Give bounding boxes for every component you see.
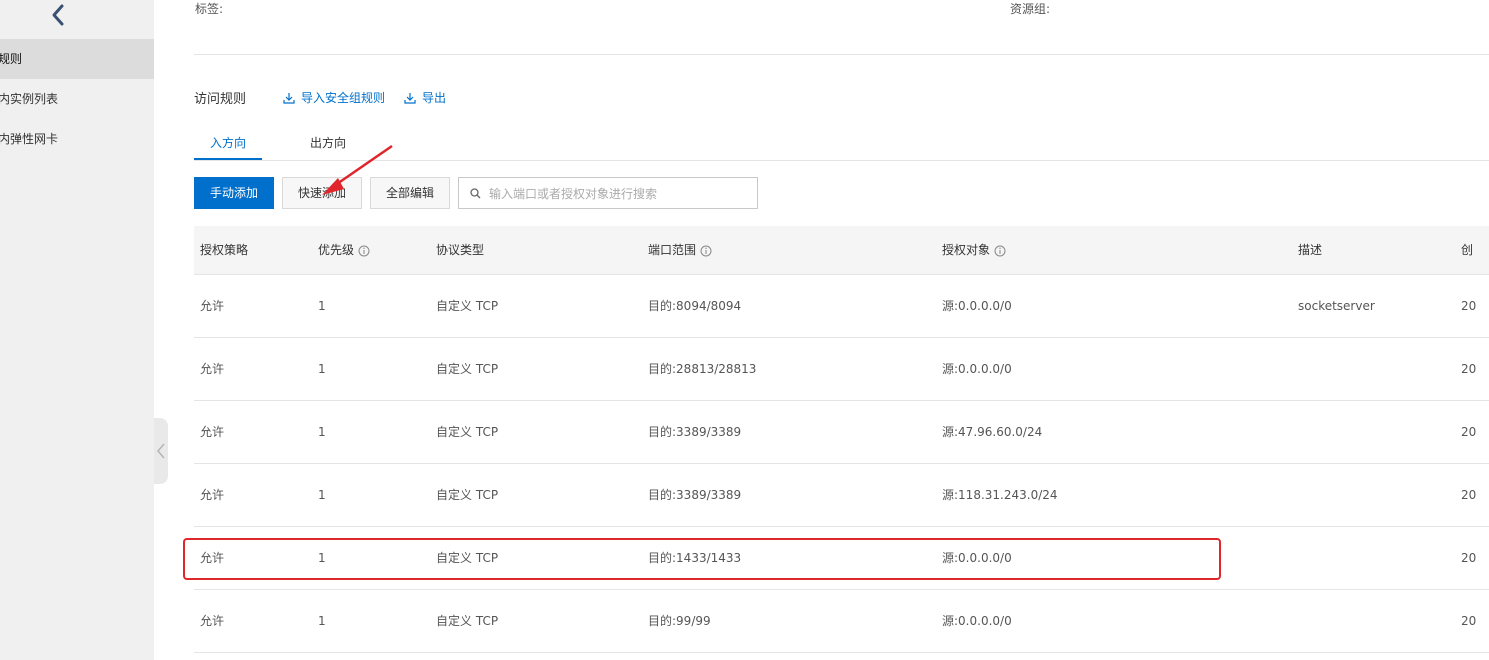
cell-policy: 允许: [200, 488, 225, 502]
rules-table: 授权策略 优先级 协议类型 端口范围 授权对象 描述 创 允许 1 自定义 TC…: [194, 226, 1489, 653]
cell-port-range: 目的:1433/1433: [648, 551, 742, 565]
cell-created: 20: [1461, 551, 1477, 565]
cell-source: 源:0.0.0.0/0: [942, 362, 1012, 376]
cell-protocol: 自定义 TCP: [436, 362, 499, 376]
chevron-left-icon: [52, 4, 64, 26]
cell-source: 源:0.0.0.0/0: [942, 551, 1012, 565]
sidebar: 规则 内实例列表 内弹性网卡: [0, 0, 154, 660]
edit-all-button[interactable]: 全部编辑: [370, 177, 450, 209]
cell-source: 源:118.31.243.0/24: [942, 488, 1058, 502]
cell-priority: 1: [318, 362, 326, 376]
column-header-created[interactable]: 创: [1461, 226, 1473, 275]
sidebar-item-label: 内实例列表: [0, 92, 59, 106]
cell-created: 20: [1461, 488, 1477, 502]
cell-priority: 1: [318, 299, 326, 313]
table-row[interactable]: 允许 1 自定义 TCP 目的:1433/1433 源:0.0.0.0/0 20: [194, 527, 1489, 590]
export-label: 导出: [422, 91, 447, 105]
table-row[interactable]: 允许 1 自定义 TCP 目的:99/99 源:0.0.0.0/0 20: [194, 590, 1489, 653]
cell-policy: 允许: [200, 299, 225, 313]
column-header-source[interactable]: 授权对象: [942, 226, 1006, 275]
cell-port-range: 目的:3389/3389: [648, 425, 742, 439]
sidebar-item-rules[interactable]: 规则: [0, 39, 154, 79]
section-title: 访问规则: [194, 92, 247, 107]
column-header-policy[interactable]: 授权策略: [200, 226, 248, 275]
cell-created: 20: [1461, 362, 1477, 376]
cell-port-range: 目的:8094/8094: [648, 299, 742, 313]
divider: [194, 160, 1489, 161]
cell-protocol: 自定义 TCP: [436, 551, 499, 565]
tags-label: 标签:: [195, 2, 224, 16]
cell-created: 20: [1461, 299, 1477, 313]
back-button[interactable]: [46, 2, 70, 28]
tab-outbound[interactable]: 出方向: [310, 134, 346, 151]
info-icon[interactable]: [358, 245, 370, 257]
manual-add-button[interactable]: 手动添加: [194, 177, 274, 209]
column-header-label: 授权策略: [200, 243, 249, 257]
cell-source: 源:0.0.0.0/0: [942, 614, 1012, 628]
quick-add-button[interactable]: 快速添加: [282, 177, 362, 209]
sidebar-item-instances[interactable]: 内实例列表: [0, 79, 154, 119]
cell-created: 20: [1461, 425, 1477, 439]
import-icon: [283, 92, 295, 104]
cell-port-range: 目的:3389/3389: [648, 488, 742, 502]
table-row[interactable]: 允许 1 自定义 TCP 目的:3389/3389 源:47.96.60.0/2…: [194, 401, 1489, 464]
sidebar-collapse-handle[interactable]: [154, 418, 168, 484]
cell-created: 20: [1461, 614, 1477, 628]
sidebar-item-label: 内弹性网卡: [0, 132, 59, 146]
column-header-label: 端口范围: [648, 243, 697, 257]
export-icon: [404, 92, 416, 104]
tab-inbound[interactable]: 入方向: [210, 134, 246, 151]
cell-policy: 允许: [200, 551, 225, 565]
table-row[interactable]: 允许 1 自定义 TCP 目的:28813/28813 源:0.0.0.0/0 …: [194, 338, 1489, 401]
cell-priority: 1: [318, 425, 326, 439]
cell-policy: 允许: [200, 614, 225, 628]
cell-protocol: 自定义 TCP: [436, 299, 499, 313]
cell-priority: 1: [318, 551, 326, 565]
cell-description: socketserver: [1298, 299, 1375, 313]
cell-priority: 1: [318, 614, 326, 628]
info-icon[interactable]: [700, 245, 712, 257]
cell-port-range: 目的:99/99: [648, 614, 711, 628]
cell-source: 源:47.96.60.0/24: [942, 425, 1043, 439]
cell-port-range: 目的:28813/28813: [648, 362, 757, 376]
resource-group-label: 资源组:: [1010, 2, 1051, 16]
import-rules-label: 导入安全组规则: [301, 91, 386, 105]
column-header-label: 创: [1461, 243, 1474, 257]
sidebar-item-label: 规则: [0, 52, 23, 66]
chevron-left-icon: [157, 443, 165, 459]
export-link[interactable]: 导出: [404, 89, 446, 106]
sidebar-item-eni[interactable]: 内弹性网卡: [0, 119, 154, 159]
table-row[interactable]: 允许 1 自定义 TCP 目的:3389/3389 源:118.31.243.0…: [194, 464, 1489, 527]
search-box[interactable]: [458, 177, 758, 209]
info-icon[interactable]: [994, 245, 1006, 257]
import-rules-link[interactable]: 导入安全组规则: [283, 89, 385, 106]
cell-policy: 允许: [200, 425, 225, 439]
column-header-label: 协议类型: [436, 243, 485, 257]
table-row[interactable]: 允许 1 自定义 TCP 目的:8094/8094 源:0.0.0.0/0 so…: [194, 275, 1489, 338]
search-input[interactable]: [489, 184, 749, 204]
divider: [194, 54, 1489, 55]
column-header-label: 授权对象: [942, 243, 991, 257]
column-header-port-range[interactable]: 端口范围: [648, 226, 712, 275]
column-header-protocol[interactable]: 协议类型: [436, 226, 484, 275]
cell-protocol: 自定义 TCP: [436, 488, 499, 502]
column-header-label: 优先级: [318, 243, 355, 257]
cell-priority: 1: [318, 488, 326, 502]
cell-protocol: 自定义 TCP: [436, 425, 499, 439]
search-icon: [470, 188, 481, 199]
column-header-priority[interactable]: 优先级: [318, 226, 370, 275]
cell-source: 源:0.0.0.0/0: [942, 299, 1012, 313]
cell-protocol: 自定义 TCP: [436, 614, 499, 628]
cell-policy: 允许: [200, 362, 225, 376]
table-header: 授权策略 优先级 协议类型 端口范围 授权对象 描述 创: [194, 226, 1489, 275]
column-header-description[interactable]: 描述: [1298, 226, 1322, 275]
column-header-label: 描述: [1298, 243, 1323, 257]
